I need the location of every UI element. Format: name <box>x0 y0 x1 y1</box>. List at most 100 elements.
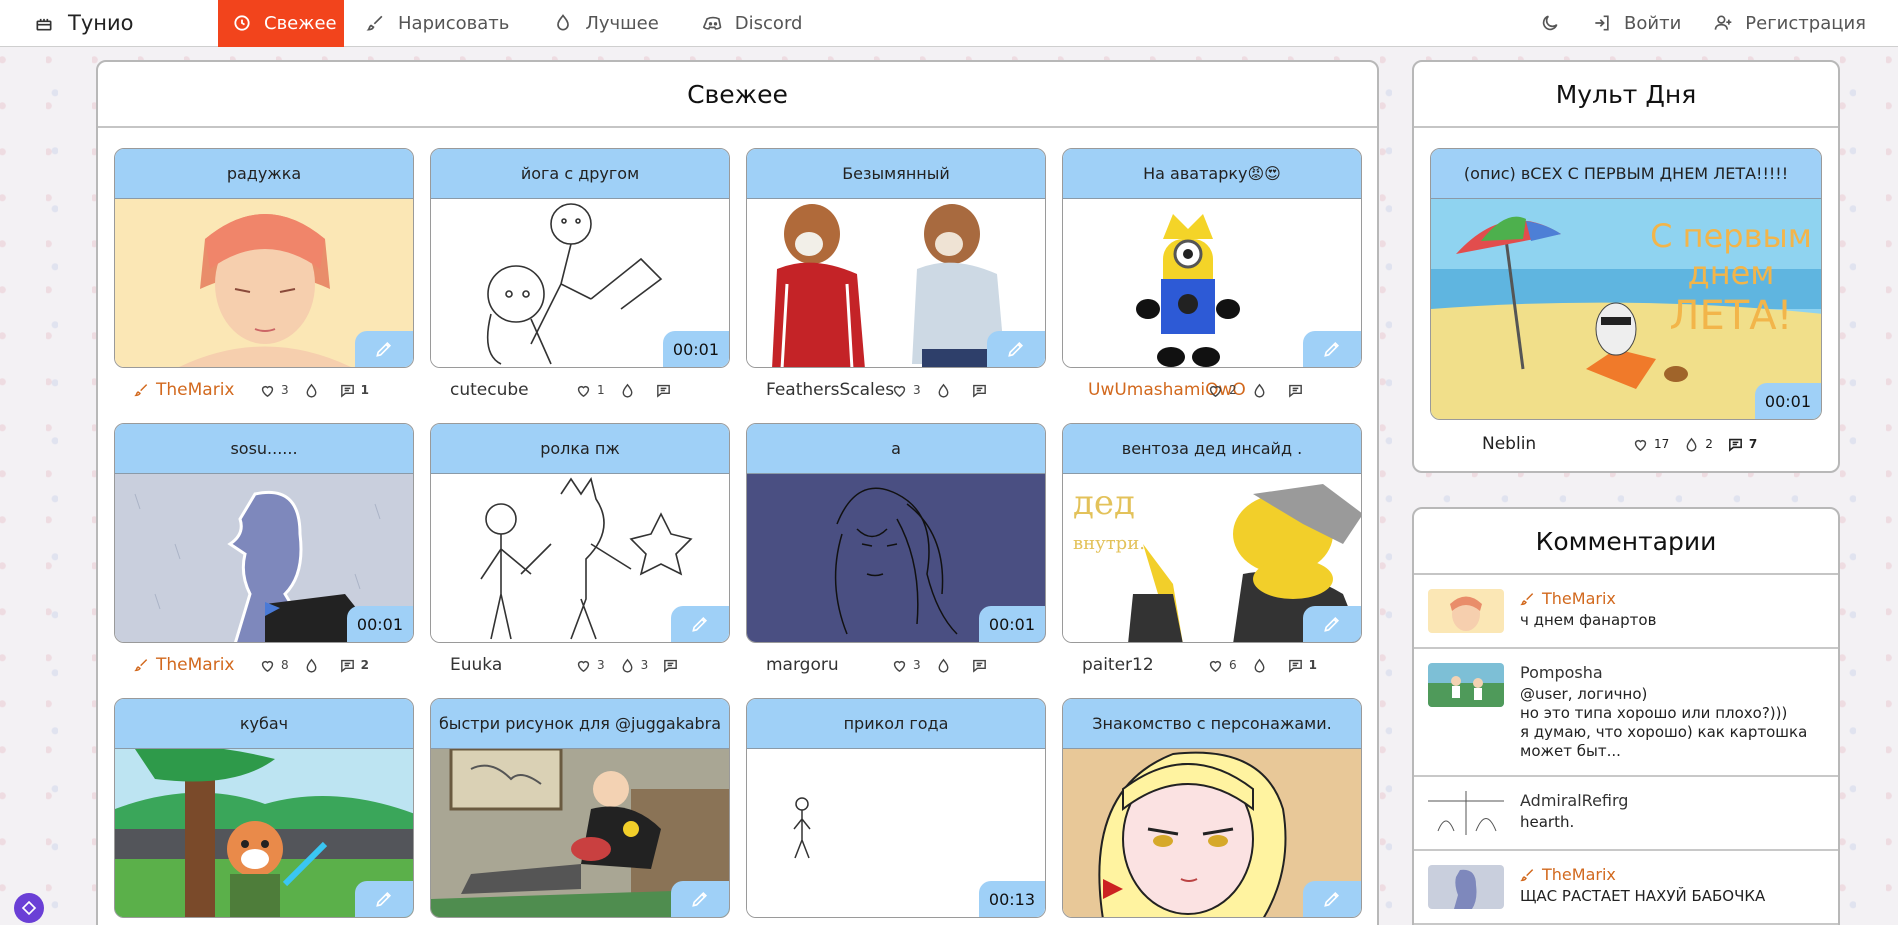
edit-badge[interactable] <box>1303 331 1361 367</box>
fire-button[interactable] <box>1251 382 1273 399</box>
login-link[interactable]: Войти <box>1576 0 1697 47</box>
drawing-card-frame[interactable]: а 00:01 <box>746 423 1046 643</box>
comment-item[interactable]: TheMarix ч днем фанартов <box>1414 575 1838 649</box>
fire-button[interactable] <box>1251 657 1273 674</box>
drawing-author[interactable]: cutecube <box>450 380 575 400</box>
diamond-icon <box>21 900 37 916</box>
drawing-card-frame[interactable]: Знакомство с персонажами. <box>1062 698 1362 918</box>
comment-button[interactable] <box>1287 382 1309 399</box>
duration-badge: 00:01 <box>978 606 1045 642</box>
comment-item[interactable]: TheMarix ЩАС РАСТАЕТ НАХУЙ БАБОЧКА <box>1414 851 1838 925</box>
flame-icon <box>1686 437 1697 452</box>
cartoon-author[interactable]: Neblin <box>1482 434 1632 454</box>
heart-icon <box>577 660 590 672</box>
nav-discord[interactable]: Discord <box>681 0 825 47</box>
like-button[interactable]: 2 <box>1207 382 1237 399</box>
drawing-title: ролка пж <box>431 424 729 474</box>
drawing-card-frame[interactable]: быстри рисунок для @juggakabra <box>430 698 730 918</box>
nav-fresh[interactable]: Свежее <box>218 0 344 47</box>
brand-link[interactable]: Тунио <box>0 0 218 47</box>
comment-author[interactable]: TheMarix <box>1520 865 1765 884</box>
fire-button[interactable] <box>935 657 957 674</box>
fire-button[interactable] <box>935 382 957 399</box>
fire-button[interactable]: 3 <box>619 657 648 674</box>
comment-button[interactable]: 1 <box>339 382 369 399</box>
drawing-card-frame[interactable]: ролка пж <box>430 423 730 643</box>
drawing-card-frame[interactable]: Безымянный <box>746 148 1046 368</box>
fire-button[interactable] <box>303 657 325 674</box>
brush-icon <box>366 13 386 33</box>
drawing-author[interactable]: FeathersScales <box>766 380 895 400</box>
drawing-author[interactable]: paiter12 <box>1082 655 1207 675</box>
fire-button[interactable] <box>619 382 641 399</box>
comment-icon <box>972 659 986 673</box>
cartoon-likes[interactable]: 17 <box>1632 436 1669 453</box>
comment-item[interactable]: AdmiralRefirg hearth. <box>1414 777 1838 851</box>
nav-draw[interactable]: Нарисовать <box>344 0 531 47</box>
like-button[interactable]: 3 <box>891 382 921 399</box>
drawing-card-frame[interactable]: прикол года 00:13 <box>746 698 1046 918</box>
cartoon-meta: Neblin 17 2 7 <box>1482 424 1757 464</box>
comment-button[interactable] <box>662 657 684 674</box>
cartoon-text-line-2: днем <box>1688 254 1775 292</box>
comment-author[interactable]: Pomposha <box>1520 663 1807 682</box>
drawing-card: sosu...... 00:01 TheMarix 8 2 <box>114 423 414 687</box>
drawing-card-frame[interactable]: вентоза дед инсайд . дед внутри. <box>1062 423 1362 643</box>
comment-icon <box>656 384 670 398</box>
like-button[interactable]: 8 <box>259 657 289 674</box>
cartoon-likes-count: 17 <box>1654 437 1670 451</box>
edit-badge[interactable] <box>1303 606 1361 642</box>
drawing-author[interactable]: TheMarix <box>134 380 259 400</box>
brush-icon <box>134 659 148 672</box>
like-button[interactable]: 1 <box>575 382 605 399</box>
cartoon-fires[interactable]: 2 <box>1683 436 1713 453</box>
edit-badge[interactable] <box>987 331 1045 367</box>
like-button[interactable]: 3 <box>259 382 289 399</box>
drawing-author[interactable]: UwUmashamiOwO <box>1082 380 1246 400</box>
comment-button[interactable]: 2 <box>339 657 369 674</box>
drawing-author[interactable]: Euuka <box>450 655 575 675</box>
cartoon-of-day-card[interactable]: (опис) вСЕХ С ПЕРВЫМ ДНЕМ ЛЕТА!!!!! С пе… <box>1430 148 1822 420</box>
comment-button[interactable]: 1 <box>1287 657 1317 674</box>
edit-badge[interactable] <box>355 881 413 917</box>
drawing-card: радужка TheMarix 3 1 <box>114 148 414 412</box>
discord-icon <box>702 13 723 33</box>
like-button[interactable]: 3 <box>575 657 605 674</box>
cartoon-comments[interactable]: 7 <box>1727 436 1757 453</box>
comment-thumbnail[interactable] <box>1428 791 1504 835</box>
comment-button[interactable] <box>971 657 993 674</box>
like-button[interactable]: 3 <box>891 657 921 674</box>
drawing-card-frame[interactable]: На аватарку😡😍 <box>1062 148 1362 368</box>
fire-button[interactable] <box>303 382 325 399</box>
like-button[interactable]: 6 <box>1207 657 1237 674</box>
comment-count: 1 <box>1308 658 1317 672</box>
edit-badge[interactable] <box>1303 881 1361 917</box>
drawing-card: прикол года 00:13 <box>746 698 1046 918</box>
comment-thumbnail[interactable] <box>1428 589 1504 633</box>
comment-thumbnail[interactable] <box>1428 663 1504 707</box>
nav-best[interactable]: Лучшее <box>531 0 680 47</box>
floating-action-button[interactable] <box>14 893 44 923</box>
register-link[interactable]: Регистрация <box>1697 0 1898 47</box>
drawing-card-frame[interactable]: йога с другом 00:01 <box>430 148 730 368</box>
drawing-author-name: FeathersScales <box>766 380 895 400</box>
edit-badge[interactable] <box>355 331 413 367</box>
drawing-card-frame[interactable]: радужка <box>114 148 414 368</box>
heart-icon <box>261 385 274 397</box>
comment-author[interactable]: TheMarix <box>1520 589 1656 608</box>
register-label: Регистрация <box>1745 12 1866 34</box>
comment-item[interactable]: Pomposha @user, логично) но это типа хор… <box>1414 649 1838 777</box>
edit-badge[interactable] <box>671 881 729 917</box>
comment-button[interactable] <box>971 382 993 399</box>
comment-author[interactable]: AdmiralRefirg <box>1520 791 1628 810</box>
drawing-card-frame[interactable]: кубач <box>114 698 414 918</box>
drawing-card-frame[interactable]: sosu...... 00:01 <box>114 423 414 643</box>
comment-button[interactable] <box>655 382 677 399</box>
drawing-author[interactable]: margoru <box>766 655 891 675</box>
theme-toggle[interactable] <box>1524 0 1576 47</box>
drawing-author[interactable]: TheMarix <box>134 655 259 675</box>
edit-badge[interactable] <box>671 606 729 642</box>
drawing-card: Знакомство с персонажами. <box>1062 698 1362 918</box>
history-icon <box>232 13 252 33</box>
comment-thumbnail[interactable] <box>1428 865 1504 909</box>
